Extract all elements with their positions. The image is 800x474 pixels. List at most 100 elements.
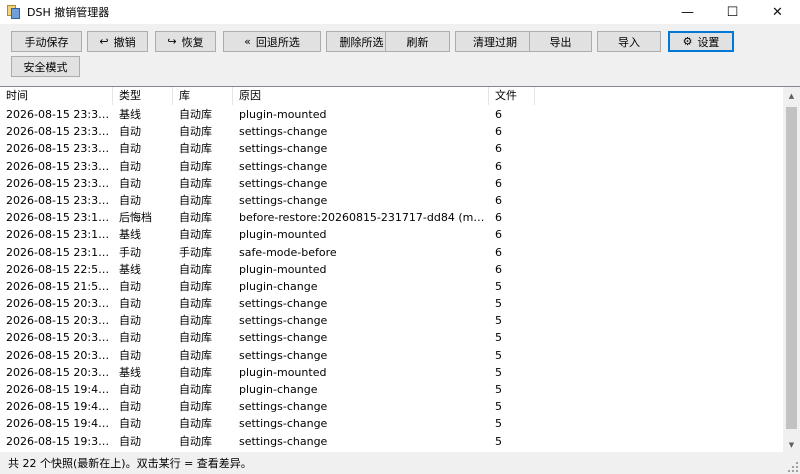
row-files: 6 (495, 125, 502, 139)
row-time: 2026-08-15 19:48:11 (6, 400, 113, 414)
table-row[interactable]: 2026-08-15 23:17:30 后悔档 自动库 before-restore:… (0, 209, 786, 226)
row-library: 自动库 (179, 331, 212, 345)
table-row[interactable]: 2026-08-15 20:34:22 自动 自动库 settings-change 5 (0, 347, 786, 364)
row-reason: settings-change (239, 142, 328, 156)
row-library: 自动库 (179, 279, 212, 293)
minimize-button[interactable]: — (665, 0, 710, 24)
table-row[interactable]: 2026-08-15 20:34:41 自动 自动库 settings-change 5 (0, 312, 786, 329)
row-time: 2026-08-15 23:17:17 (6, 245, 113, 259)
row-time: 2026-08-15 20:35:24 (6, 297, 113, 311)
refresh-label: 刷新 (406, 35, 429, 49)
refresh-button[interactable]: 刷新 (385, 31, 450, 52)
row-files: 6 (495, 193, 502, 207)
import-label: 导入 (618, 35, 640, 49)
safe-mode-label: 安全模式 (23, 60, 68, 74)
clean-expired-label: 清理过期 (473, 35, 517, 49)
table-row[interactable]: 2026-08-15 23:31:41 自动 自动库 settings-change 6 (0, 158, 786, 175)
row-files: 6 (495, 142, 502, 156)
row-type: 自动 (119, 142, 141, 156)
table-row[interactable]: 2026-08-15 20:34:34 自动 自动库 settings-change 5 (0, 329, 786, 346)
gear-icon: ⚙ (682, 35, 693, 48)
row-type: 自动 (119, 331, 141, 345)
row-type: 基线 (119, 228, 141, 242)
undo-label: 撤销 (113, 35, 136, 49)
row-reason: settings-change (239, 348, 328, 362)
row-reason: plugin-mounted (239, 365, 327, 379)
close-button[interactable]: ✕ (755, 0, 800, 24)
row-reason: settings-change (239, 193, 328, 207)
row-files: 6 (495, 262, 502, 276)
column-header-time[interactable]: 时间 (0, 87, 113, 105)
undo-button[interactable]: ↩ 撤销 (87, 31, 148, 52)
column-header-files[interactable]: 文件 (489, 87, 535, 105)
row-type: 基线 (119, 365, 141, 379)
row-time: 2026-08-15 23:17:23 (6, 228, 113, 242)
table-row[interactable]: 2026-08-15 23:31:36 自动 自动库 settings-change 6 (0, 192, 786, 209)
redo-button[interactable]: ↪ 恢复 (155, 31, 216, 52)
row-files: 5 (495, 297, 502, 311)
row-files: 5 (495, 331, 502, 345)
resize-grip-icon[interactable] (786, 460, 798, 472)
rollback-selected-button[interactable]: « 回退所选 (223, 31, 321, 52)
row-time: 2026-08-15 23:17:30 (6, 211, 113, 225)
table-row[interactable]: 2026-08-15 21:55:50 自动 自动库 plugin-change 5 (0, 278, 786, 295)
window-title: DSH 撤销管理器 (27, 6, 110, 19)
row-library: 自动库 (179, 125, 212, 139)
table-row[interactable]: 2026-08-15 22:51:09 基线 自动库 plugin-mounted 6 (0, 261, 786, 278)
list-header: 时间 类型 库 原因 文件 (0, 87, 786, 105)
export-label: 导出 (549, 35, 572, 49)
snapshot-list[interactable]: 时间 类型 库 原因 文件 2026-08-15 23:34:25 基线 自动库 pl… (0, 86, 800, 452)
row-type: 自动 (119, 434, 141, 448)
row-type: 自动 (119, 193, 141, 207)
row-time: 2026-08-15 23:31:36 (6, 193, 113, 207)
safe-mode-button[interactable]: 安全模式 (11, 56, 80, 77)
table-row[interactable]: 2026-08-15 19:48:11 自动 自动库 settings-change 5 (0, 398, 786, 415)
manual-save-label: 手动保存 (24, 35, 69, 49)
table-row[interactable]: 2026-08-15 19:49:15 自动 自动库 plugin-change 5 (0, 381, 786, 398)
settings-button[interactable]: ⚙ 设置 (668, 31, 734, 52)
table-row[interactable]: 2026-08-15 23:31:44 自动 自动库 settings-change 6 (0, 140, 786, 157)
scroll-up-arrow-icon[interactable]: ▲ (783, 87, 800, 104)
table-row[interactable]: 2026-08-15 19:48:09 自动 自动库 settings-change 5 (0, 415, 786, 432)
column-header-reason[interactable]: 原因 (233, 87, 489, 105)
clean-expired-button[interactable]: 清理过期 (455, 31, 535, 52)
rewind-icon: « (244, 35, 251, 48)
row-library: 自动库 (179, 108, 212, 121)
manual-save-button[interactable]: 手动保存 (11, 31, 82, 52)
import-button[interactable]: 导入 (597, 31, 661, 52)
row-type: 基线 (119, 108, 141, 121)
table-row[interactable]: 2026-08-15 23:17:17 手动 手动库 safe-mode-before… (0, 244, 786, 261)
row-type: 自动 (119, 400, 141, 414)
row-library: 自动库 (179, 193, 212, 207)
column-header-library[interactable]: 库 (173, 87, 233, 105)
app-icon (7, 5, 21, 19)
table-row[interactable]: 2026-08-15 23:17:23 基线 自动库 plugin-mounted 6 (0, 226, 786, 243)
column-header-type[interactable]: 类型 (113, 87, 173, 105)
table-row[interactable]: 2026-08-15 19:35:36 自动 自动库 settings-change 5 (0, 433, 786, 450)
row-time: 2026-08-15 19:48:09 (6, 417, 113, 431)
row-time: 2026-08-15 21:55:50 (6, 279, 113, 293)
table-row[interactable]: 2026-08-15 23:31:39 自动 自动库 settings-change 6 (0, 175, 786, 192)
row-time: 2026-08-15 23:34:25 (6, 108, 113, 121)
maximize-button[interactable]: ☐ (710, 0, 755, 24)
row-files: 6 (495, 245, 502, 259)
table-row[interactable]: 2026-08-15 23:34:25 基线 自动库 plugin-mounted 6 (0, 106, 786, 123)
row-files: 6 (495, 108, 502, 121)
row-files: 6 (495, 176, 502, 190)
row-type: 自动 (119, 417, 141, 431)
row-files: 5 (495, 400, 502, 414)
scroll-down-arrow-icon[interactable]: ▼ (783, 436, 800, 452)
table-row[interactable]: 2026-08-15 20:30:58 基线 自动库 plugin-mounted 5 (0, 364, 786, 381)
vertical-scrollbar[interactable]: ▲ ▼ (783, 87, 800, 452)
status-text: 共 22 个快照(最新在上)。双击某行 = 查看差异。 (8, 457, 252, 470)
table-row[interactable]: 2026-08-15 20:35:24 自动 自动库 settings-change 5 (0, 295, 786, 312)
row-type: 自动 (119, 279, 141, 293)
row-files: 5 (495, 365, 502, 379)
row-type: 自动 (119, 314, 141, 328)
row-type: 自动 (119, 159, 141, 173)
table-row[interactable]: 2026-08-15 23:31:47 自动 自动库 settings-change 6 (0, 123, 786, 140)
row-type: 基线 (119, 262, 141, 276)
row-time: 2026-08-15 22:51:09 (6, 262, 113, 276)
export-button[interactable]: 导出 (529, 31, 592, 52)
scrollbar-thumb[interactable] (786, 107, 797, 429)
